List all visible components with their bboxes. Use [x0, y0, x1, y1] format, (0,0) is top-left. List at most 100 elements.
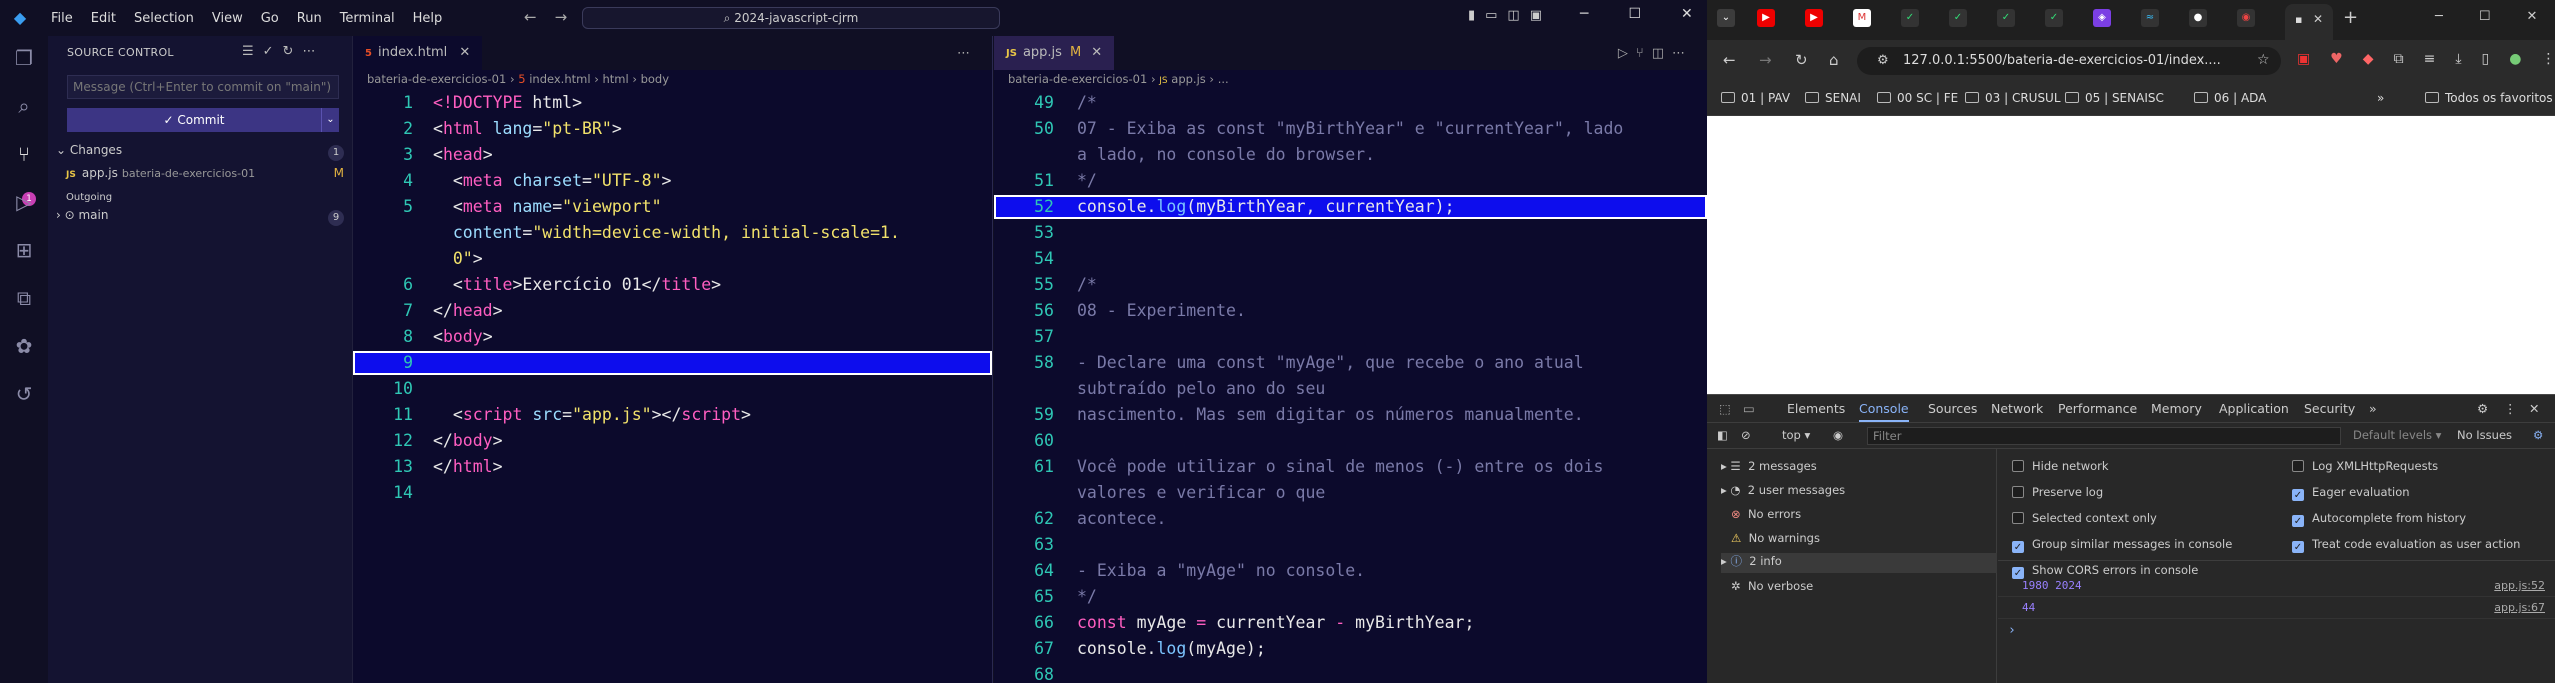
reload-icon[interactable]: ↻	[1795, 51, 1808, 69]
extension-icon[interactable]: ▣	[2297, 51, 2310, 67]
eager-evaluation-checkbox[interactable]: ✓ Eager evaluation	[2292, 485, 2410, 501]
console-filter-input[interactable]: Filter	[1867, 427, 2341, 445]
nav-back-forward-icon[interactable]: ←→	[524, 8, 585, 26]
scm-toolbar-icons[interactable]: ☰✓↻⋯	[242, 44, 324, 59]
close-devtools-icon[interactable]: ✕	[2529, 401, 2539, 416]
avatar[interactable]: ●	[2509, 51, 2521, 67]
extensions-icon[interactable]: ⊞	[10, 236, 38, 264]
explorer-icon[interactable]: ❐	[10, 44, 38, 72]
sidebar-messages[interactable]: ▸ ☰ 2 messages	[1721, 459, 1817, 479]
crumb-file[interactable]: app.js	[1171, 72, 1206, 86]
forward-icon[interactable]: →	[1759, 51, 1772, 69]
site-info-icon[interactable]: ⚙	[1877, 53, 1889, 68]
more-bookmarks-icon[interactable]: »	[2377, 91, 2384, 105]
sidebar-verbose[interactable]: ✲ No verbose	[1721, 579, 1813, 599]
back-icon[interactable]: ←	[1723, 51, 1736, 69]
bookmark-folder[interactable]: 06 | ADA	[2194, 91, 2266, 105]
sidebar-warnings[interactable]: ⚠ No warnings	[1721, 531, 1820, 551]
menu-help[interactable]: Help	[404, 11, 452, 26]
minimize-icon[interactable]: ─	[2435, 9, 2443, 24]
command-center-search[interactable]: ⌕ 2024-javascript-cjrm	[582, 7, 1000, 29]
bookmark-folder[interactable]: 03 | CRUSUL	[1965, 91, 2061, 105]
tab-checkmark-icon[interactable]: ✓	[1997, 9, 2015, 27]
close-icon[interactable]: ✕	[1681, 6, 1693, 22]
tab-memory[interactable]: Memory	[2151, 401, 2202, 416]
settings-gear-icon[interactable]: ⚙	[2477, 401, 2488, 416]
remote-explorer-icon[interactable]: ⧉	[10, 284, 38, 312]
issues-counter[interactable]: No Issues	[2457, 428, 2512, 442]
layout-toggle-icons[interactable]: ▮▭◫▣	[1468, 8, 1552, 23]
bookmark-folder[interactable]: SENAI	[1805, 91, 1861, 105]
crumb-file[interactable]: index.html	[529, 72, 590, 86]
log-levels-dropdown[interactable]: Default levels ▾	[2353, 428, 2441, 442]
menu-terminal[interactable]: Terminal	[331, 11, 404, 26]
console-settings-gear-icon[interactable]: ⚙	[2533, 428, 2543, 442]
tab-youtube-icon[interactable]: ▶	[1805, 9, 1823, 27]
editor-actions-icons[interactable]: ▷⑂◫⋯	[1618, 46, 1693, 61]
tab-elements[interactable]: Elements	[1787, 401, 1845, 416]
tab-network[interactable]: Network	[1991, 401, 2043, 416]
page-viewport[interactable]	[1707, 116, 2555, 394]
bookmark-star-icon[interactable]: ☆	[2257, 52, 2270, 68]
menu-file[interactable]: File	[42, 11, 82, 26]
paw-icon[interactable]: ✿	[10, 332, 38, 360]
commit-dropdown-icon[interactable]: ⌄	[321, 108, 339, 132]
live-expression-eye-icon[interactable]: ◉	[1833, 428, 1843, 442]
selected-context-checkbox[interactable]: Selected context only	[2012, 511, 2157, 525]
maximize-icon[interactable]: ☐	[2479, 9, 2491, 24]
tab-youtube-icon[interactable]: ▶	[1757, 9, 1775, 27]
sidebar-info[interactable]: ▸ ⓘ 2 info	[1721, 553, 1997, 573]
tab-github-icon[interactable]: ●	[2189, 9, 2207, 27]
crumb-more[interactable]: ...	[1218, 72, 1229, 86]
chrome-menu-icon[interactable]: ⋮	[2541, 51, 2555, 67]
sidebar-user-messages[interactable]: ▸ ◔ 2 user messages	[1721, 483, 1845, 503]
hide-network-checkbox[interactable]: Hide network	[2012, 459, 2109, 473]
tab-chrome-icon[interactable]: ◉	[2237, 9, 2255, 27]
menu-view[interactable]: View	[203, 11, 252, 26]
preserve-log-checkbox[interactable]: Preserve log	[2012, 485, 2103, 499]
extensions-puzzle-icon[interactable]: ⧉	[2394, 51, 2404, 67]
tab-gmail-icon[interactable]: M	[1853, 9, 1871, 27]
download-icon[interactable]: ⤓	[2455, 51, 2461, 67]
active-tab[interactable]: ▪ ✕	[2285, 4, 2333, 40]
changed-file-item[interactable]: JS app.js bateria-de-exercicios-01 M	[66, 166, 344, 186]
home-icon[interactable]: ⌂	[1829, 51, 1839, 69]
tab-checkmark-icon[interactable]: ✓	[1901, 9, 1919, 27]
tab-search-icon[interactable]: ⌄	[1717, 9, 1735, 27]
tab-security[interactable]: Security	[2304, 401, 2355, 416]
kebab-menu-icon[interactable]: ⋮	[2504, 401, 2517, 416]
all-bookmarks-folder[interactable]: Todos os favoritos	[2425, 91, 2553, 105]
tab-checkmark-icon[interactable]: ✓	[1949, 9, 1967, 27]
tab-index-html[interactable]: 5 index.html ✕	[353, 36, 483, 70]
commit-button[interactable]: ✓ Commit	[67, 108, 321, 132]
extension-icon[interactable]: ♥	[2330, 51, 2343, 67]
bookmark-folder[interactable]: 05 | SENAISC	[2065, 91, 2164, 105]
extension-icon[interactable]: ◆	[2363, 51, 2374, 67]
tab-console[interactable]: Console	[1859, 401, 1909, 422]
menu-run[interactable]: Run	[288, 11, 331, 26]
tab-application[interactable]: Application	[2219, 401, 2289, 416]
close-icon[interactable]: ✕	[2526, 9, 2537, 24]
tab-close-icon[interactable]: ✕	[2313, 12, 2323, 26]
tab-sources[interactable]: Sources	[1928, 401, 1977, 416]
menu-edit[interactable]: Edit	[82, 11, 125, 26]
tab-app-js[interactable]: JS app.js M ✕	[994, 36, 1115, 70]
sidebar-toggle-icon[interactable]: ◧	[1717, 428, 1728, 442]
log-source-link[interactable]: app.js:52	[2494, 575, 2545, 597]
device-toolbar-icon[interactable]: ▭	[1743, 401, 1755, 416]
bookmark-folder[interactable]: 01 | PAV	[1721, 91, 1790, 105]
sidebar-icon[interactable]: ▯	[2482, 51, 2490, 67]
maximize-icon[interactable]: ☐	[1628, 6, 1641, 22]
clear-console-icon[interactable]: ⊘	[1741, 428, 1751, 442]
tab-close-icon[interactable]: ✕	[1091, 45, 1102, 60]
reading-list-icon[interactable]: ≡	[2424, 51, 2436, 67]
context-selector[interactable]: top ▾	[1782, 428, 1810, 442]
log-source-link[interactable]: app.js:67	[2494, 597, 2545, 619]
source-control-icon[interactable]: ⑂	[10, 140, 38, 168]
changes-group[interactable]: ⌄ Changes 1	[56, 143, 344, 163]
bookmark-folder[interactable]: 00 SC | FE	[1877, 91, 1958, 105]
more-actions-icon[interactable]: ⋯	[957, 46, 978, 61]
log-xhr-checkbox[interactable]: Log XMLHttpRequests	[2292, 459, 2438, 473]
more-tabs-icon[interactable]: »	[2369, 401, 2377, 416]
crumb-html[interactable]: html	[602, 72, 628, 86]
